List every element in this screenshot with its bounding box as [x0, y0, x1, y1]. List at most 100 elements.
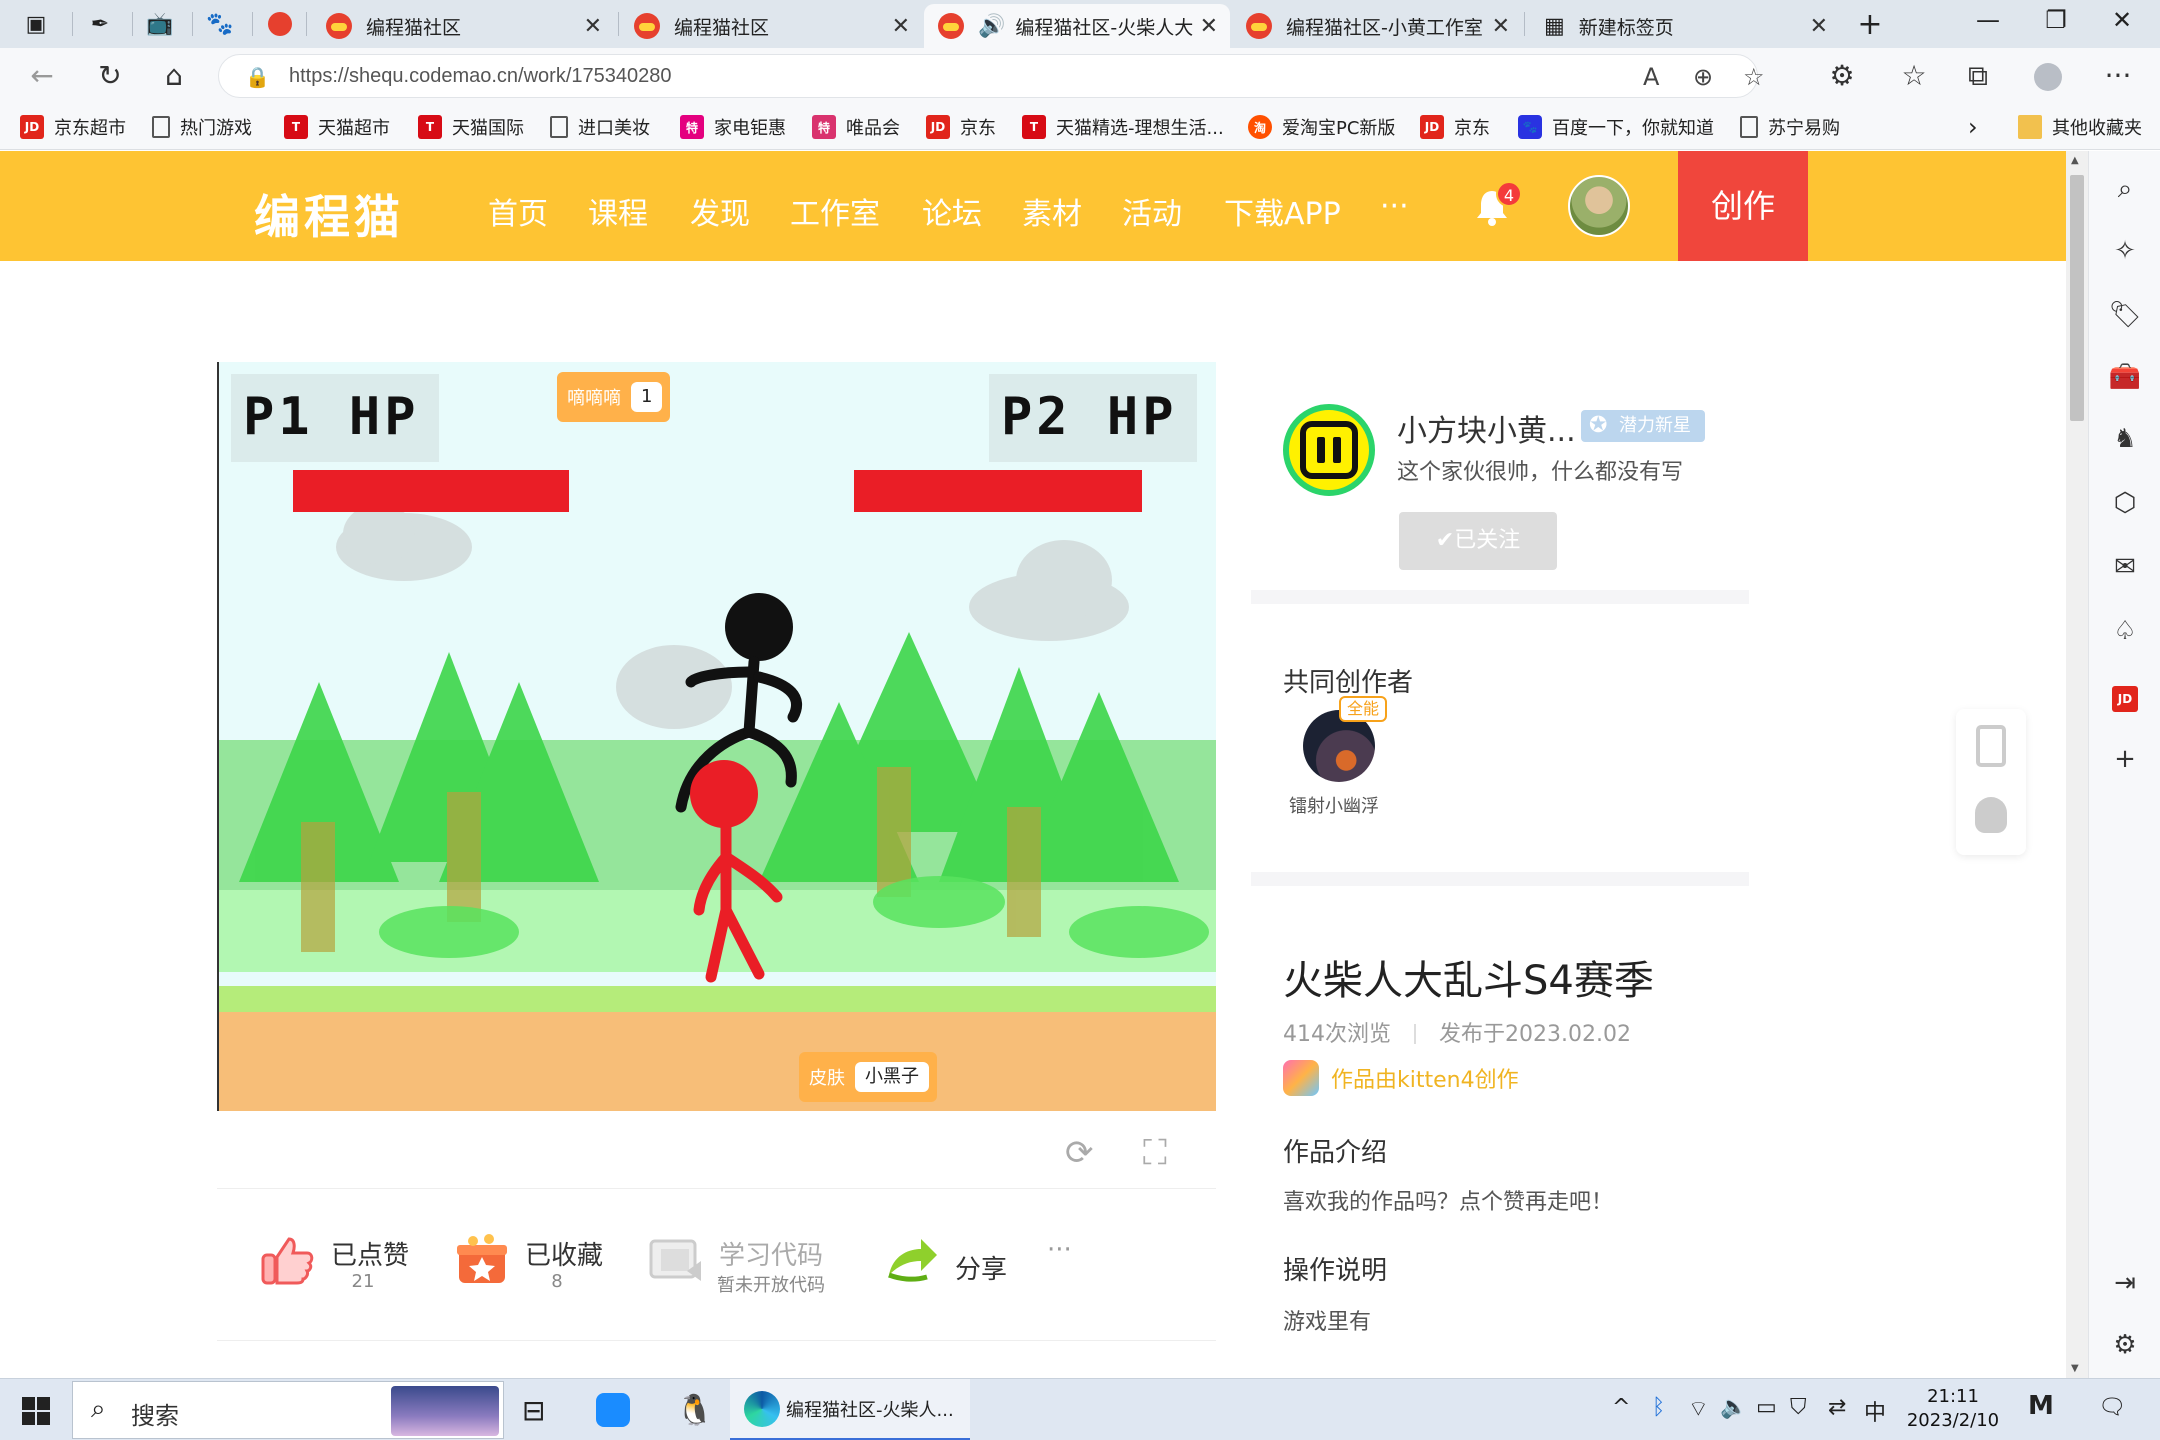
url-input[interactable]: 🔒 https://shequ.codemao.cn/work/17534028…	[218, 54, 1765, 98]
bookmark-item[interactable]: JD 京东	[926, 114, 996, 140]
sidebar-tools-icon[interactable]: 🧰	[2107, 359, 2143, 395]
page-scrollbar[interactable]: ▲ ▼	[2066, 151, 2088, 1378]
security-icon[interactable]: ⛉	[1790, 1395, 1807, 1420]
other-bookmarks-folder[interactable]: 其他收藏夹	[2018, 114, 2142, 140]
task-view-icon[interactable]: ⊟	[522, 1379, 545, 1440]
scrollbar-thumb[interactable]	[2070, 175, 2084, 421]
author-name[interactable]: 小方块小黄...	[1397, 406, 1576, 450]
qq-icon[interactable]	[1975, 797, 2007, 833]
scroll-down-icon[interactable]: ▼	[2071, 1363, 2079, 1374]
battery-icon[interactable]: ▭	[1756, 1395, 1777, 1420]
bookmark-item[interactable]: 进口美妆	[550, 114, 650, 140]
mobile-qr-icon[interactable]	[1976, 725, 2006, 767]
nav-courses[interactable]: 课程	[588, 189, 648, 233]
taskbar-search[interactable]: ⌕ 搜索	[72, 1381, 504, 1439]
restore-window-icon[interactable]: ❐	[2036, 6, 2076, 34]
meitu-app-icon[interactable]: M	[2028, 1391, 2054, 1421]
restart-icon[interactable]: ⟳	[1065, 1133, 1094, 1173]
sidebar-bell-icon[interactable]: ♤	[2107, 613, 2143, 649]
sidebar-office-icon[interactable]: ⬡	[2107, 485, 2143, 521]
tab-actions-icon[interactable]: ▣	[18, 8, 54, 40]
back-arrow-icon[interactable]: ←	[22, 58, 62, 94]
home-icon[interactable]: ⌂	[154, 58, 194, 94]
nav-more[interactable]: ···	[1380, 189, 1409, 224]
fullscreen-icon[interactable]: ⛶	[1143, 1133, 1167, 1173]
lock-icon[interactable]: 🔒	[245, 65, 270, 89]
minimize-window-icon[interactable]: —	[1968, 6, 2008, 34]
notification-center-icon[interactable]: 🗨	[2098, 1395, 2126, 1420]
sidebar-add-icon[interactable]: +	[2107, 741, 2143, 777]
audio-playing-icon[interactable]: 🔊	[978, 14, 1005, 39]
bookmark-item[interactable]: JD 京东超市	[20, 114, 126, 140]
nav-studio[interactable]: 工作室	[790, 189, 880, 233]
favorites-icon[interactable]: ☆	[1894, 58, 1934, 94]
bookmark-item[interactable]: 淘爱淘宝PC新版	[1248, 114, 1395, 140]
more-menu-icon[interactable]: ···	[2098, 58, 2138, 94]
codemao-logo[interactable]: 编程猫	[254, 181, 404, 247]
tab-codemao-2[interactable]: 编程猫社区 ✕	[620, 4, 922, 48]
tray-expand-icon[interactable]: ^	[1612, 1395, 1630, 1420]
nav-forum[interactable]: 论坛	[922, 189, 982, 233]
pinned-tab-bilibili-icon[interactable]: 📺	[142, 8, 178, 40]
bookmark-item[interactable]: 特家电钜惠	[680, 114, 786, 140]
nav-download-app[interactable]: 下载APP	[1224, 189, 1341, 233]
close-tab-icon[interactable]: ✕	[892, 14, 910, 39]
refresh-icon[interactable]: ↻	[90, 58, 130, 94]
close-tab-icon[interactable]: ✕	[584, 14, 602, 39]
collections-icon[interactable]: ⧉	[1958, 58, 1998, 94]
windows-start-icon[interactable]	[22, 1397, 50, 1425]
made-with-kitten[interactable]: 作品由kitten4创作	[1283, 1060, 1519, 1096]
bookmark-item[interactable]: T 天猫超市	[284, 114, 390, 140]
create-button[interactable]: 创作	[1678, 151, 1808, 261]
close-tab-icon[interactable]: ✕	[1200, 14, 1218, 39]
wifi-icon[interactable]: ⌔	[1688, 1395, 1709, 1423]
nav-discover[interactable]: 发现	[690, 189, 750, 233]
bookmark-item[interactable]: JD 京东	[1420, 114, 1490, 140]
sidebar-jd-icon[interactable]: JD	[2107, 677, 2143, 713]
ime-indicator[interactable]: 中	[1864, 1395, 1886, 1427]
qq-app-icon[interactable]: 🐧	[676, 1379, 713, 1440]
taskbar-edge-window[interactable]: 编程猫社区-火柴人...	[730, 1379, 970, 1440]
sidebar-discover-icon[interactable]: ✧	[2107, 233, 2143, 269]
tab-new[interactable]: ▦ 新建标签页 ✕	[1530, 4, 1840, 48]
scroll-up-icon[interactable]: ▲	[2071, 155, 2079, 166]
close-window-icon[interactable]: ✕	[2102, 6, 2142, 34]
pinned-tab-pen-icon[interactable]: ✒	[82, 8, 118, 40]
nav-activities[interactable]: 活动	[1122, 189, 1182, 233]
new-tab-plus-icon[interactable]: +	[1852, 7, 1888, 42]
bookmark-item[interactable]: T 天猫国际	[418, 114, 524, 140]
bookmark-item[interactable]: 🐾 百度一下，你就知道	[1518, 114, 1714, 140]
bookmark-item[interactable]: 热门游戏	[152, 114, 252, 140]
bookmark-item[interactable]: 特唯品会	[812, 114, 900, 140]
sidebar-search-icon[interactable]: ⌕	[2107, 171, 2143, 207]
sidebar-hide-icon[interactable]: ⇥	[2107, 1265, 2143, 1301]
followed-button[interactable]: ✔已关注	[1399, 512, 1557, 570]
read-aloud-icon[interactable]: A	[1643, 63, 1659, 91]
volume-icon[interactable]: 🔈	[1720, 1395, 1747, 1420]
user-avatar[interactable]	[1568, 175, 1630, 237]
add-favorite-icon[interactable]: ☆	[1743, 63, 1765, 91]
taskbar-clock[interactable]: 21:11 2023/2/10	[1898, 1385, 2008, 1433]
pinned-tab-codemao-icon[interactable]	[262, 8, 298, 40]
close-tab-icon[interactable]: ✕	[1810, 14, 1828, 39]
close-tab-icon[interactable]: ✕	[1492, 14, 1510, 39]
bookmarks-overflow-chevron-icon[interactable]: ›	[1968, 113, 1978, 141]
game-stage[interactable]: P1 HP P2 HP 嘀嘀嘀 1 皮肤 小黑子	[217, 362, 1216, 1111]
zoom-icon[interactable]: ⊕	[1693, 63, 1713, 91]
author-avatar[interactable]	[1283, 404, 1375, 496]
sidebar-settings-icon[interactable]: ⚙	[2107, 1327, 2143, 1363]
pinned-tab-baidu-icon[interactable]: 🐾	[202, 8, 238, 40]
bluetooth-icon[interactable]: ᛒ	[1652, 1395, 1665, 1420]
extensions-icon[interactable]: ⚙	[1822, 58, 1862, 94]
more-actions-button[interactable]: ···	[1047, 1235, 1072, 1265]
network-icon[interactable]: ⇄	[1828, 1395, 1846, 1420]
nav-materials[interactable]: 素材	[1022, 189, 1082, 233]
tab-active-stickman[interactable]: 🔊 编程猫社区-火柴人大 ✕	[924, 4, 1230, 48]
bookmark-item[interactable]: 苏宁易购	[1740, 114, 1840, 140]
nav-home[interactable]: 首页	[488, 189, 548, 233]
tab-codemao-1[interactable]: 编程猫社区 ✕	[312, 4, 614, 48]
tab-studio[interactable]: 编程猫社区-小黄工作室（ ✕	[1232, 4, 1522, 48]
bookmark-item[interactable]: T 天猫精选-理想生活...	[1022, 114, 1224, 140]
profile-icon[interactable]	[2028, 58, 2068, 94]
co-creator-name[interactable]: 镭射小幽浮	[1289, 792, 1379, 818]
